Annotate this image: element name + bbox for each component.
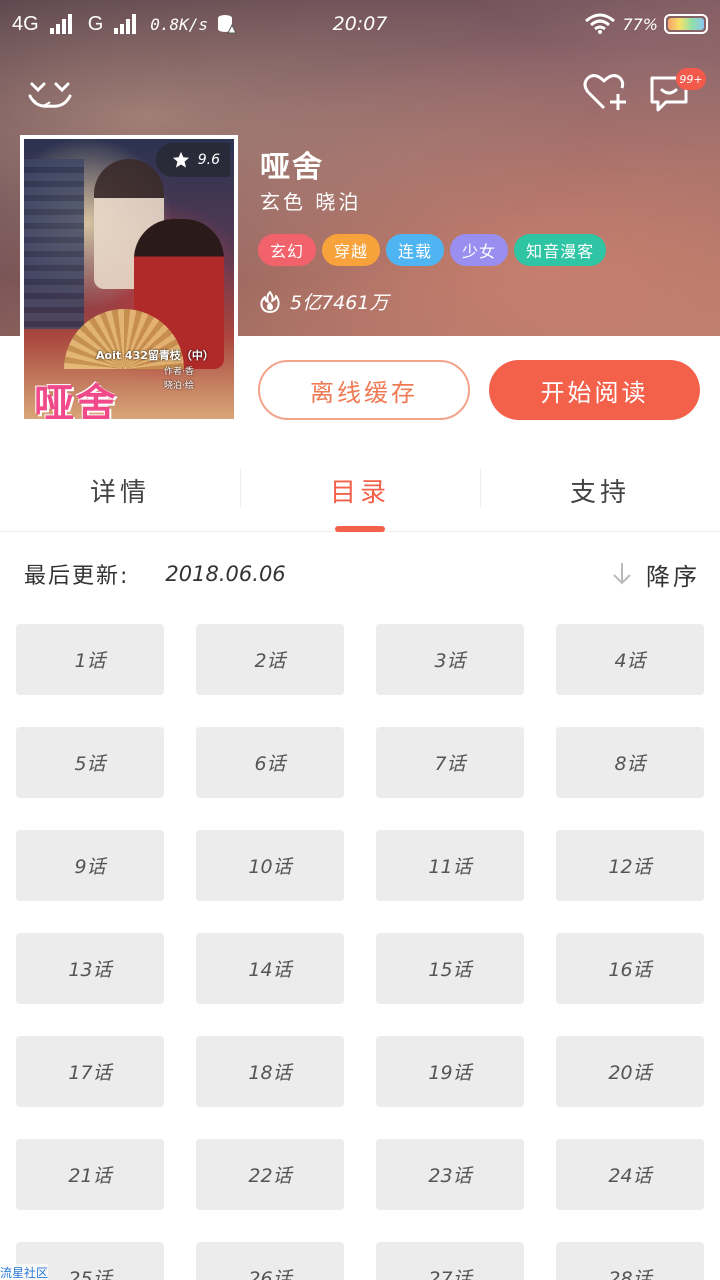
chapter-button[interactable]: 8话: [556, 727, 704, 798]
cover-credit-line-1: 作者·香: [164, 367, 194, 377]
chapter-button[interactable]: 1话: [16, 624, 164, 695]
chapter-button[interactable]: 2话: [196, 624, 344, 695]
chapter-button[interactable]: 11话: [376, 830, 524, 901]
battery-percent: 77%: [622, 14, 658, 34]
sort-label: 降序: [646, 562, 700, 591]
comic-cover[interactable]: Aoit 432留青枝（中） 作者·香 晓泊·绘 哑舍 9.6: [20, 135, 238, 423]
rating-badge: 9.6: [155, 143, 230, 177]
popularity-count: 5亿7461万: [290, 292, 389, 314]
start-reading-button[interactable]: 开始阅读: [489, 360, 700, 420]
catalog-header: 最后更新: 2018.06.06 降序: [24, 556, 700, 592]
tag-list: 玄幻 穿越 连载 少女 知音漫客: [258, 234, 607, 266]
chapter-button[interactable]: 22话: [196, 1139, 344, 1210]
chapter-button[interactable]: 27话: [376, 1242, 524, 1280]
cover-series-text: Aoit 432留青枝（中）: [96, 349, 214, 362]
chapter-button[interactable]: 24话: [556, 1139, 704, 1210]
arrow-down-icon: [613, 563, 631, 585]
battery-icon: [664, 14, 708, 34]
tag-item[interactable]: 穿越: [322, 234, 381, 266]
chapter-button[interactable]: 28话: [556, 1242, 704, 1280]
tab-details[interactable]: 详情: [0, 450, 240, 531]
signal-icon-2: [114, 14, 137, 34]
chapter-button[interactable]: 17话: [16, 1036, 164, 1107]
offline-cache-button[interactable]: 离线缓存: [258, 360, 470, 420]
tab-active-indicator: [335, 526, 385, 532]
comic-authors[interactable]: 玄色 晓泊: [260, 186, 361, 215]
chapter-button[interactable]: 10话: [196, 830, 344, 901]
chapter-button[interactable]: 23话: [376, 1139, 524, 1210]
popularity: 5亿7461万: [258, 288, 388, 315]
fire-icon: [260, 290, 280, 313]
latest-update-date: 2018.06.06: [165, 562, 286, 586]
latest-update-label: 最后更新:: [24, 564, 130, 589]
chapter-grid: 1话 2话 3话 4话 5话 6话 7话 8话 9话 10话 11话 12话 13话 14话 15话 16话 1…: [16, 624, 704, 1280]
app-logo-icon[interactable]: [28, 78, 72, 114]
chapter-button[interactable]: 7话: [376, 727, 524, 798]
watermark: 流星社区: [0, 1264, 49, 1280]
data-saver-icon: [218, 15, 237, 34]
chapter-button[interactable]: 9话: [16, 830, 164, 901]
chapter-button[interactable]: 12话: [556, 830, 704, 901]
sort-toggle[interactable]: 降序: [612, 557, 700, 592]
tag-item[interactable]: 玄幻: [258, 234, 317, 266]
signal-icon: [49, 14, 72, 34]
chapter-button[interactable]: 19话: [376, 1036, 524, 1107]
cover-building: [24, 159, 84, 329]
chapter-button[interactable]: 14话: [196, 933, 344, 1004]
wifi-icon: [585, 13, 616, 34]
cover-image: Aoit 432留青枝（中） 作者·香 晓泊·绘 哑舍 9.6: [24, 139, 234, 419]
tab-support[interactable]: 支持: [480, 450, 720, 531]
message-badge: 99+: [676, 68, 706, 90]
cover-credit-line-2: 晓泊·绘: [164, 381, 194, 391]
chapter-button[interactable]: 18话: [196, 1036, 344, 1107]
chapter-button[interactable]: 21话: [16, 1139, 164, 1210]
network-speed: 0.8K/s: [150, 14, 209, 34]
cover-credits: 作者·香 晓泊·绘: [164, 365, 194, 393]
network-type-g: G: [87, 12, 104, 35]
comic-title: 哑舍: [260, 150, 324, 185]
chapter-button[interactable]: 16话: [556, 933, 704, 1004]
tag-item[interactable]: 少女: [450, 234, 509, 266]
add-favorite-icon[interactable]: [582, 72, 628, 112]
chapter-button[interactable]: 15话: [376, 933, 524, 1004]
chapter-button[interactable]: 3话: [376, 624, 524, 695]
chapter-button[interactable]: 4话: [556, 624, 704, 695]
chapter-button[interactable]: 26话: [196, 1242, 344, 1280]
network-type-4g: 4G: [12, 12, 39, 35]
status-bar: 4G G 0.8K/s 20:07 77%: [0, 0, 720, 48]
tag-item[interactable]: 知音漫客: [514, 234, 607, 266]
tag-item[interactable]: 连载: [386, 234, 445, 266]
star-icon: [172, 151, 189, 168]
tab-catalog[interactable]: 目录: [240, 450, 480, 531]
cover-title-text: 哑舍: [34, 380, 118, 419]
chapter-button[interactable]: 13话: [16, 933, 164, 1004]
rating-value: 9.6: [197, 152, 220, 168]
chapter-button[interactable]: 5话: [16, 727, 164, 798]
chapter-button[interactable]: 20话: [556, 1036, 704, 1107]
tab-bar: 详情 目录 支持: [0, 450, 720, 532]
chapter-button[interactable]: 6话: [196, 727, 344, 798]
